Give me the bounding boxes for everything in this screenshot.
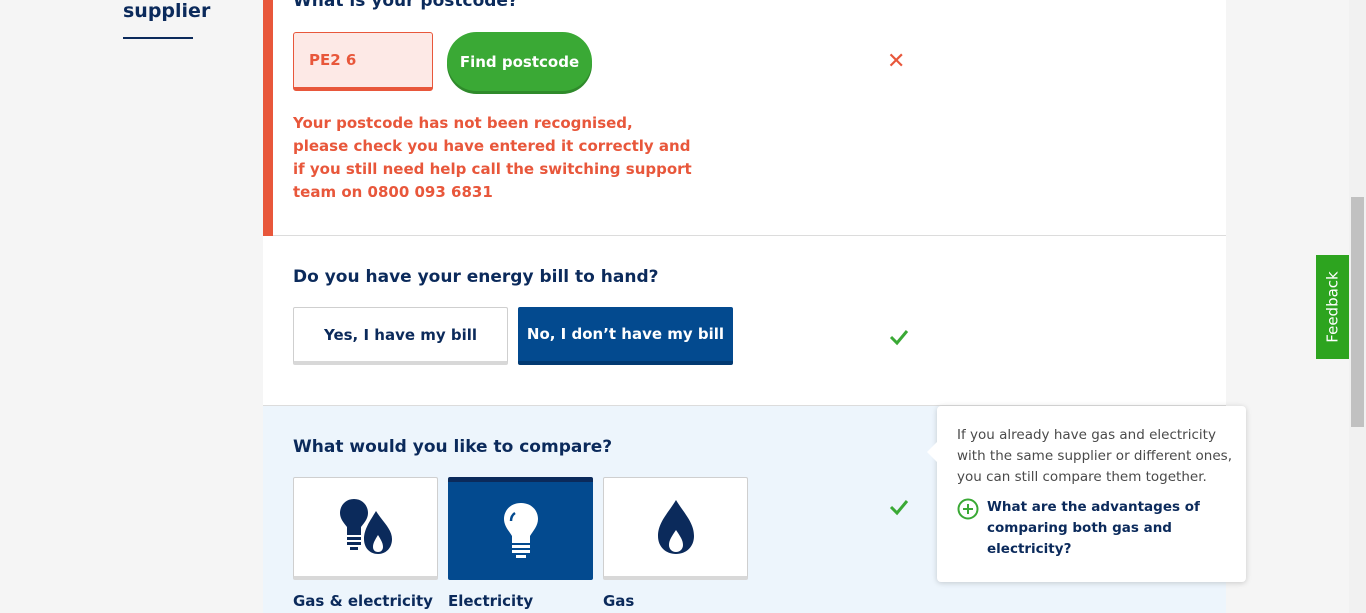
yes-have-bill-button[interactable]: Yes, I have my bill xyxy=(293,307,508,365)
check-icon xyxy=(889,500,909,516)
compare-option-electricity[interactable] xyxy=(448,477,593,580)
bulb-icon xyxy=(503,503,538,558)
compare-option-gas-electricity[interactable] xyxy=(293,477,438,580)
find-postcode-button[interactable]: Find postcode xyxy=(447,32,592,91)
energy-bill-section: Do you have your energy bill to hand? Ye… xyxy=(263,236,1226,406)
compare-question: What would you like to compare? xyxy=(293,437,613,457)
compare-option-label: Gas xyxy=(603,592,635,610)
postcode-error-message: Your postcode has not been recognised, p… xyxy=(293,114,692,201)
bulb-and-flame-icon xyxy=(339,499,392,554)
flame-icon xyxy=(657,500,694,554)
energy-bill-question: Do you have your energy bill to hand? xyxy=(293,267,659,287)
error-indicator-bar xyxy=(263,0,273,236)
postcode-question: What is your postcode? xyxy=(293,0,518,11)
advantages-link[interactable]: What are the advantages of comparing bot… xyxy=(987,497,1207,560)
no-bill-button[interactable]: No, I don’t have my bill xyxy=(518,307,733,365)
feedback-label: Feedback xyxy=(1323,271,1342,343)
compare-help-tooltip: If you already have gas and electricity … xyxy=(927,406,1246,582)
sidebar-title-underline xyxy=(123,37,193,39)
page-scrollbar[interactable] xyxy=(1349,0,1366,613)
tooltip-text: If you already have gas and electricity … xyxy=(957,427,1232,485)
check-icon xyxy=(889,330,909,346)
postcode-input[interactable] xyxy=(293,32,433,91)
compare-option-label: Gas & electricity xyxy=(293,592,433,610)
sidebar-title: supplier xyxy=(123,0,211,22)
feedback-tab[interactable]: Feedback xyxy=(1316,255,1349,359)
scrollbar-thumb[interactable] xyxy=(1351,197,1364,427)
cross-icon: ✕ xyxy=(887,49,906,74)
plus-circle-icon[interactable] xyxy=(957,498,979,520)
postcode-section: What is your postcode? Find postcode ✕ Y… xyxy=(263,0,1226,236)
compare-option-label: Electricity xyxy=(448,592,534,610)
compare-option-gas[interactable] xyxy=(603,477,748,580)
